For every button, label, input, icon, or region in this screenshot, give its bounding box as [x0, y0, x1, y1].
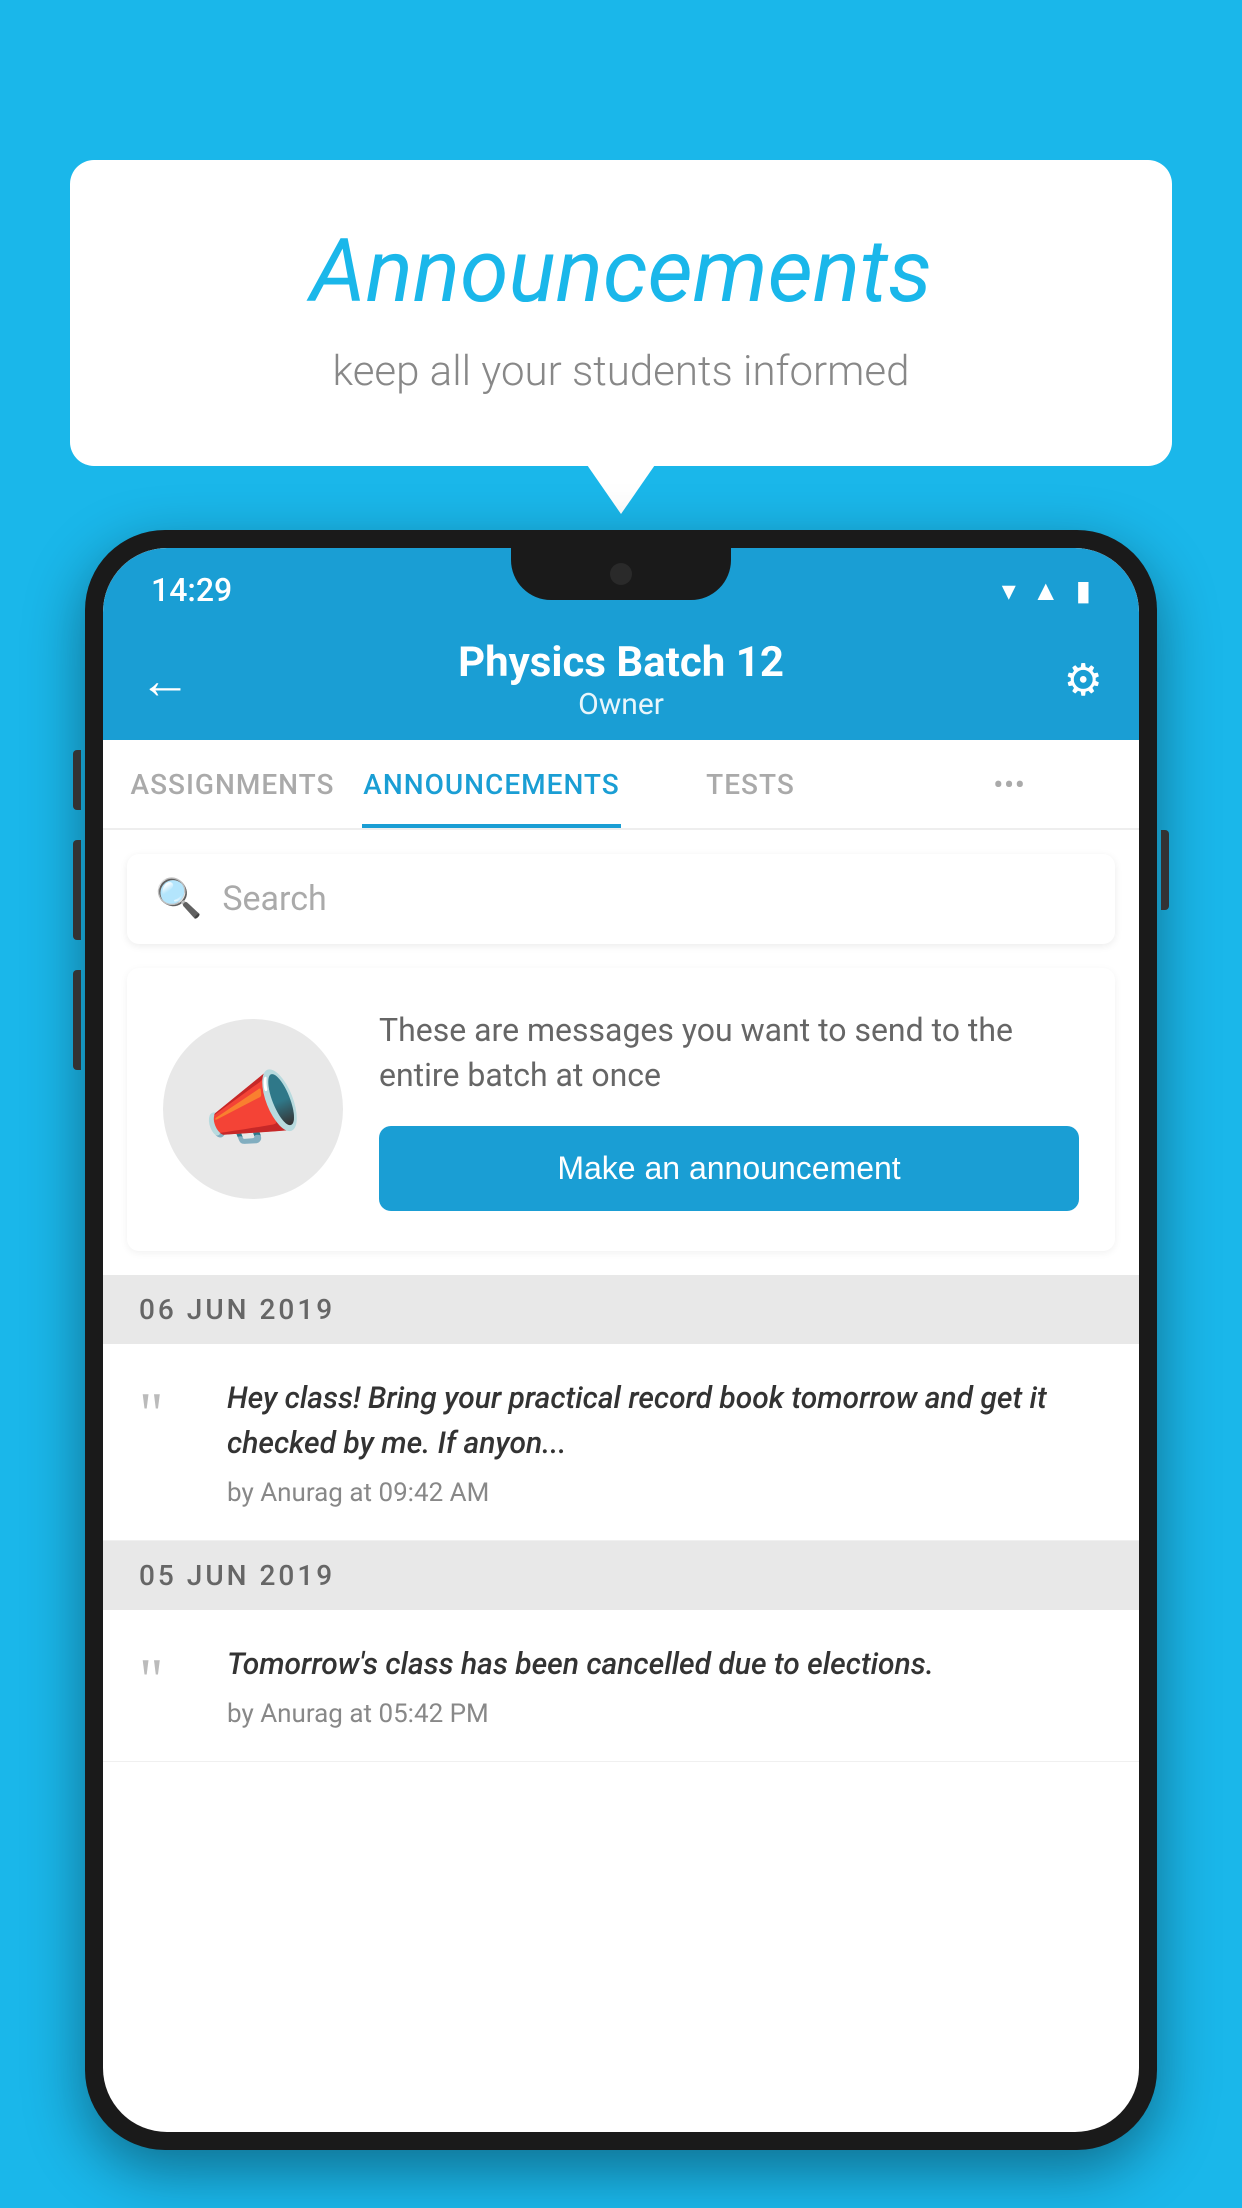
quote-icon-2: " [139, 1650, 199, 1710]
app-bar-center: Physics Batch 12 Owner [458, 638, 784, 722]
app-bar-subtitle: Owner [458, 687, 784, 722]
volume-up-button [73, 840, 81, 940]
tab-announcements[interactable]: ANNOUNCEMENTS [362, 740, 621, 828]
announcement-meta-2: by Anurag at 05:42 PM [227, 1699, 1103, 1729]
status-time: 14:29 [151, 571, 232, 609]
scrollable-content: 🔍 Search 📣 These are messages you want t… [103, 830, 1139, 2132]
status-icons: ▾ ▲ ▮ [1002, 574, 1091, 607]
speech-bubble: Announcements keep all your students inf… [70, 160, 1172, 466]
announcement-text-1: Hey class! Bring your practical record b… [227, 1376, 1103, 1466]
date-separator-1: 06 JUN 2019 [103, 1275, 1139, 1344]
phone-body: 14:29 ▾ ▲ ▮ ← Physics Batch 12 Owner ⚙ [85, 530, 1157, 2150]
notch [511, 548, 731, 600]
phone-container: 14:29 ▾ ▲ ▮ ← Physics Batch 12 Owner ⚙ [85, 530, 1157, 2208]
volume-down-button [73, 970, 81, 1070]
announcement-body-2: Tomorrow's class has been cancelled due … [227, 1642, 1103, 1729]
announcement-body-1: Hey class! Bring your practical record b… [227, 1376, 1103, 1508]
camera [610, 563, 632, 585]
app-bar-title: Physics Batch 12 [458, 638, 784, 687]
search-placeholder: Search [222, 879, 326, 919]
bubble-title: Announcements [150, 220, 1092, 323]
silent-button [73, 750, 81, 810]
announcement-item-2[interactable]: " Tomorrow's class has been cancelled du… [103, 1610, 1139, 1762]
tab-assignments[interactable]: ASSIGNMENTS [103, 740, 362, 828]
speech-bubble-container: Announcements keep all your students inf… [70, 160, 1172, 466]
announcement-icon-circle: 📣 [163, 1019, 343, 1199]
bubble-subtitle: keep all your students informed [150, 347, 1092, 396]
promo-description: These are messages you want to send to t… [379, 1008, 1079, 1098]
screen-content: 14:29 ▾ ▲ ▮ ← Physics Batch 12 Owner ⚙ [103, 548, 1139, 2132]
tab-more[interactable]: ••• [880, 740, 1139, 828]
search-bar[interactable]: 🔍 Search [127, 854, 1115, 944]
quote-icon-1: " [139, 1384, 199, 1444]
signal-icon: ▲ [1032, 574, 1060, 607]
tabs-bar: ASSIGNMENTS ANNOUNCEMENTS TESTS ••• [103, 740, 1139, 830]
date-separator-2: 05 JUN 2019 [103, 1541, 1139, 1610]
battery-icon: ▮ [1076, 574, 1091, 607]
announcement-text-2: Tomorrow's class has been cancelled due … [227, 1642, 1103, 1687]
search-icon: 🔍 [155, 877, 202, 921]
megaphone-icon: 📣 [203, 1062, 303, 1156]
phone-screen: 14:29 ▾ ▲ ▮ ← Physics Batch 12 Owner ⚙ [103, 548, 1139, 2132]
tab-tests[interactable]: TESTS [621, 740, 880, 828]
promo-card: 📣 These are messages you want to send to… [127, 968, 1115, 1251]
announcement-meta-1: by Anurag at 09:42 AM [227, 1478, 1103, 1508]
make-announcement-button[interactable]: Make an announcement [379, 1126, 1079, 1211]
settings-button[interactable]: ⚙ [1064, 654, 1103, 706]
power-button [1161, 830, 1169, 910]
wifi-icon: ▾ [1002, 574, 1016, 607]
app-bar: ← Physics Batch 12 Owner ⚙ [103, 620, 1139, 740]
promo-content: These are messages you want to send to t… [379, 1008, 1079, 1211]
announcement-item-1[interactable]: " Hey class! Bring your practical record… [103, 1344, 1139, 1541]
back-button[interactable]: ← [139, 650, 219, 711]
